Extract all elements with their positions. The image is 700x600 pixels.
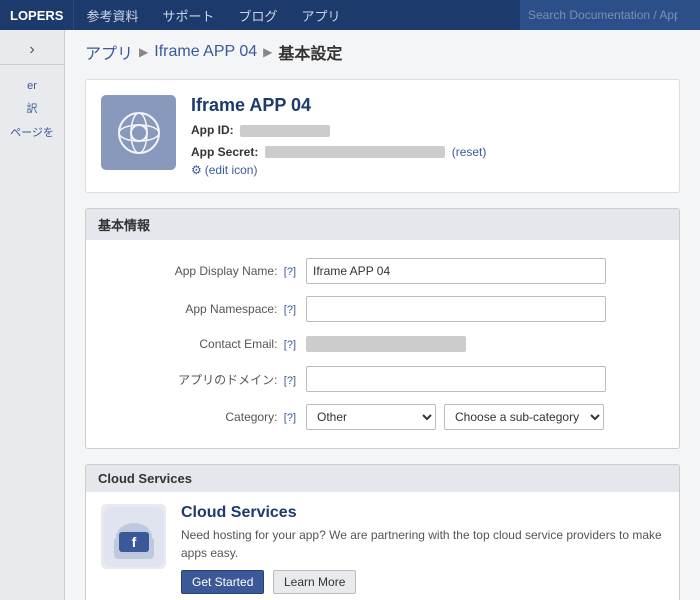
nav-left: LOPERS 参考資料 サポート ブログ アプリ	[0, 0, 353, 30]
namespace-input[interactable]	[306, 296, 606, 322]
display-name-label: App Display Name: [?]	[106, 264, 306, 278]
category-help[interactable]: [?]	[284, 412, 296, 424]
cloud-services-body: f Cloud Services Need hosting for your a…	[85, 492, 680, 600]
cloud-services-section: Cloud Services f Cl	[85, 464, 680, 600]
breadcrumb-app[interactable]: アプリ	[85, 40, 133, 64]
app-meta: App ID: App Secret: (reset)	[191, 120, 664, 163]
namespace-help[interactable]: [?]	[284, 304, 296, 316]
search-input[interactable]	[528, 8, 678, 22]
app-header-card: Iframe APP 04 App ID: App Secret: (reset…	[85, 79, 680, 193]
app-icon-svg	[114, 108, 164, 158]
form-row-namespace: App Namespace: [?]	[86, 290, 679, 328]
contact-email-blurred	[306, 336, 466, 352]
sidebar-toggle[interactable]: ›	[0, 35, 64, 65]
sidebar-links: er 訳 ページを	[0, 65, 64, 155]
search-box	[520, 0, 700, 30]
form-row-contact-email: Contact Email: [?]	[86, 328, 679, 360]
contact-email-label: Contact Email: [?]	[106, 337, 306, 351]
basic-info-section: 基本情報 App Display Name: [?] App Namespace…	[85, 208, 680, 449]
edit-icon-link[interactable]: ⚙ (edit icon)	[191, 163, 664, 177]
app-id-value	[240, 125, 330, 137]
form-row-display-name: App Display Name: [?]	[86, 252, 679, 290]
gear-icon: ⚙	[191, 163, 202, 177]
app-secret-value	[265, 146, 445, 158]
nav-item-support[interactable]: サポート	[150, 0, 226, 30]
cloud-services-header: Cloud Services	[85, 464, 680, 492]
svg-text:f: f	[131, 534, 136, 550]
form-row-domain: アプリのドメイン: [?]	[86, 360, 679, 398]
nav-item-app[interactable]: アプリ	[290, 0, 353, 30]
site-logo: LOPERS	[0, 0, 74, 30]
domain-label: アプリのドメイン: [?]	[106, 371, 306, 388]
main-content: アプリ ▶ Iframe APP 04 ▶ 基本設定 Iframe APP 04…	[65, 30, 700, 600]
app-title: Iframe APP 04	[191, 95, 664, 116]
cloud-info: Cloud Services Need hosting for your app…	[181, 504, 664, 594]
form-row-category: Category: [?] Other Business Education E…	[86, 398, 679, 436]
nav-item-sankoshokai[interactable]: 参考資料	[74, 0, 150, 30]
reset-link[interactable]: (reset)	[452, 145, 487, 159]
breadcrumb-arrow-1: ▶	[139, 45, 148, 59]
app-info: Iframe APP 04 App ID: App Secret: (reset…	[191, 95, 664, 177]
domain-input[interactable]	[306, 366, 606, 392]
subcategory-select[interactable]: Choose a sub-category	[444, 404, 604, 430]
display-name-input[interactable]	[306, 258, 606, 284]
sidebar-link-2[interactable]: 訳	[0, 98, 64, 121]
sidebar-link-3[interactable]: ページを	[0, 122, 64, 145]
sidebar-link-1[interactable]: er	[0, 75, 64, 98]
sidebar: › er 訳 ページを	[0, 30, 65, 600]
breadcrumb: アプリ ▶ Iframe APP 04 ▶ 基本設定	[85, 40, 680, 64]
category-select[interactable]: Other Business Education Entertainment G…	[306, 404, 436, 430]
category-label: Category: [?]	[106, 410, 306, 424]
learn-more-button[interactable]: Learn More	[273, 570, 356, 594]
basic-info-body: App Display Name: [?] App Namespace: [?]	[85, 240, 680, 449]
get-started-button[interactable]: Get Started	[181, 570, 264, 594]
top-navigation: LOPERS 参考資料 サポート ブログ アプリ	[0, 0, 700, 30]
cloud-services-buttons: Get Started Learn More	[181, 570, 664, 594]
app-id-label: App ID:	[191, 123, 234, 137]
contact-email-help[interactable]: [?]	[284, 339, 296, 351]
breadcrumb-arrow-2: ▶	[263, 45, 272, 59]
app-secret-label: App Secret:	[191, 145, 258, 159]
cloud-icon-svg: f	[104, 507, 164, 567]
basic-info-header: 基本情報	[85, 208, 680, 240]
cloud-services-title: Cloud Services	[181, 504, 664, 522]
app-icon	[101, 95, 176, 170]
main-layout: › er 訳 ページを アプリ ▶ Iframe APP 04 ▶ 基本設定	[0, 30, 700, 600]
display-name-help[interactable]: [?]	[284, 266, 296, 278]
nav-item-blog[interactable]: ブログ	[227, 0, 290, 30]
namespace-label: App Namespace: [?]	[106, 302, 306, 316]
cloud-services-desc: Need hosting for your app? We are partne…	[181, 526, 664, 562]
cloud-card: f Cloud Services Need hosting for your a…	[86, 492, 679, 600]
breadcrumb-app-name[interactable]: Iframe APP 04	[154, 43, 257, 61]
breadcrumb-current-page: 基本設定	[278, 40, 342, 64]
domain-help[interactable]: [?]	[284, 375, 296, 387]
cloud-service-icon: f	[101, 504, 166, 569]
